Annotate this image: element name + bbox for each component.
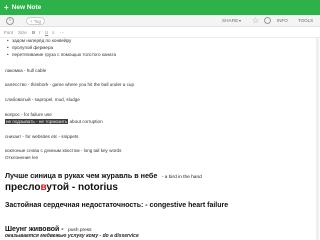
- note-line: Отклонение len: [5, 155, 39, 160]
- italic-button[interactable]: I: [39, 30, 40, 35]
- share-button[interactable]: SHARE: [222, 18, 239, 23]
- notorious-part-2: утой - notorius: [46, 182, 118, 193]
- top-app-bar: + New Note: [0, 0, 320, 15]
- note-line: калёсство - thimbork - game where you hi…: [5, 82, 135, 87]
- notorious-part-1: пресло: [5, 182, 41, 193]
- note-line: сниззит - for websites etc - snippets: [5, 134, 79, 139]
- plus-icon: +: [4, 2, 9, 12]
- highlighted-text: не подзывать - не тормозить: [5, 119, 69, 124]
- note-line-tail: about corruption: [69, 119, 103, 124]
- note-line: слабоватый - sapropel, mud, sludge: [5, 97, 80, 102]
- chevron-down-icon[interactable]: ▾: [239, 18, 241, 23]
- new-note-button[interactable]: + New Note: [4, 2, 41, 13]
- proverb-line: Лучше синица в руках чем журавль в небе …: [5, 165, 202, 183]
- underline-button[interactable]: U: [45, 30, 48, 35]
- list-item: пролупой фермера: [5, 45, 53, 50]
- tag-input[interactable]: + Tag: [26, 17, 46, 25]
- list-item: перетягивание груза с помощью толстого к…: [5, 52, 116, 57]
- note-info-icon[interactable]: i: [6, 17, 14, 25]
- tools-button[interactable]: TOOLS: [298, 18, 313, 23]
- push-press-ru: Шеунг живовой -: [5, 226, 64, 233]
- proverb-en: - a bird in the hand: [161, 175, 202, 180]
- bold-button[interactable]: B: [32, 30, 35, 35]
- list-icon[interactable]: ≡: [52, 30, 55, 35]
- proverb-ru: Лучше синица в руках чем журавль в небе: [5, 171, 158, 180]
- note-line: коклоные слова с длиным хвостом - long t…: [5, 148, 122, 153]
- heart-failure-line: Застойная сердечная недостаточность: - c…: [5, 202, 229, 209]
- font-size-select[interactable]: Size: [18, 30, 27, 35]
- star-icon[interactable]: ☆: [252, 16, 259, 25]
- font-select[interactable]: Font: [4, 30, 13, 35]
- note-line: лакомка - hull cable: [5, 68, 47, 73]
- reminder-icon[interactable]: [264, 17, 271, 24]
- info-button[interactable]: INFO: [277, 18, 288, 23]
- note-header-bar: i + Tag SHARE ▾ ☆ INFO TOOLS: [0, 15, 320, 27]
- disservice-line: оказывается медвежью услугу кому - do a …: [5, 233, 139, 239]
- note-line: вопрос - for failure use: [5, 112, 52, 117]
- new-note-label: New Note: [11, 4, 42, 11]
- list-item: задом наперёд по конвейру: [5, 38, 71, 43]
- note-line: не подзывать - не тормозить about corrup…: [5, 119, 103, 124]
- more-options-icon[interactable]: ⋯: [60, 30, 65, 36]
- notorious-line: пресловутой - notorius: [5, 182, 118, 193]
- format-toolbar: Font Size B I U ≡ ⋯: [0, 28, 320, 38]
- scrollbar[interactable]: [316, 38, 319, 240]
